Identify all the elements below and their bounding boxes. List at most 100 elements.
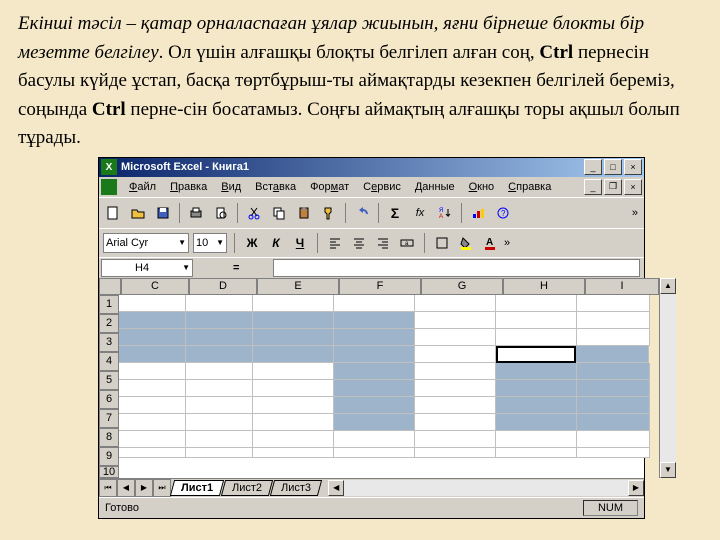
cell[interactable] bbox=[577, 312, 650, 329]
function-icon[interactable]: fx bbox=[408, 201, 432, 225]
copy-icon[interactable] bbox=[267, 201, 291, 225]
cell[interactable] bbox=[186, 329, 253, 346]
col-header[interactable]: I bbox=[585, 278, 659, 295]
cell[interactable] bbox=[119, 414, 186, 431]
cell[interactable] bbox=[496, 312, 577, 329]
cell[interactable] bbox=[577, 295, 650, 312]
cell[interactable] bbox=[415, 397, 496, 414]
cell[interactable] bbox=[186, 346, 253, 363]
scroll-right-icon[interactable]: ▶ bbox=[628, 480, 644, 496]
row-header[interactable]: 5 bbox=[99, 371, 119, 390]
sheet-tab[interactable]: Лист2 bbox=[221, 480, 273, 496]
row-header[interactable]: 8 bbox=[99, 428, 119, 447]
scroll-left-icon[interactable]: ◀ bbox=[328, 480, 344, 496]
borders-icon[interactable] bbox=[432, 233, 452, 253]
cell[interactable] bbox=[119, 380, 186, 397]
doc-close-button[interactable]: × bbox=[624, 179, 642, 195]
cell[interactable] bbox=[253, 380, 334, 397]
tab-first-icon[interactable]: ⏮ bbox=[99, 479, 117, 497]
minimize-button[interactable]: _ bbox=[584, 159, 602, 175]
cell[interactable] bbox=[415, 380, 496, 397]
tab-next-icon[interactable]: ▶ bbox=[135, 479, 153, 497]
sort-desc-icon[interactable]: ЯА bbox=[433, 201, 457, 225]
menu-format[interactable]: Формат bbox=[304, 179, 355, 195]
cell[interactable] bbox=[496, 329, 577, 346]
chevron-down-icon[interactable]: ▼ bbox=[178, 238, 186, 247]
cell[interactable] bbox=[119, 346, 186, 363]
font-color-icon[interactable]: A bbox=[480, 233, 500, 253]
cell[interactable] bbox=[119, 295, 186, 312]
cell[interactable] bbox=[253, 312, 334, 329]
fill-color-icon[interactable] bbox=[456, 233, 476, 253]
cell[interactable] bbox=[334, 380, 415, 397]
row-header[interactable]: 9 bbox=[99, 447, 119, 466]
italic-button[interactable]: К bbox=[266, 233, 286, 253]
row-header[interactable]: 3 bbox=[99, 333, 119, 352]
cell[interactable] bbox=[577, 380, 650, 397]
cell[interactable] bbox=[334, 295, 415, 312]
cell[interactable] bbox=[334, 448, 415, 458]
cell[interactable] bbox=[415, 431, 496, 448]
bold-button[interactable]: Ж bbox=[242, 233, 262, 253]
col-header[interactable]: H bbox=[503, 278, 585, 295]
align-left-icon[interactable] bbox=[325, 233, 345, 253]
scroll-down-icon[interactable]: ▼ bbox=[660, 462, 676, 478]
row-header[interactable]: 7 bbox=[99, 409, 119, 428]
cell[interactable] bbox=[334, 414, 415, 431]
menu-insert[interactable]: Вставка bbox=[249, 179, 302, 195]
cell[interactable] bbox=[334, 431, 415, 448]
menu-edit[interactable]: Правка bbox=[164, 179, 213, 195]
doc-minimize-button[interactable]: _ bbox=[584, 179, 602, 195]
align-center-icon[interactable] bbox=[349, 233, 369, 253]
name-box[interactable]: H4▼ bbox=[101, 259, 193, 277]
cell[interactable] bbox=[415, 414, 496, 431]
cell[interactable] bbox=[334, 363, 415, 380]
select-all-corner[interactable] bbox=[99, 278, 121, 295]
menu-tools[interactable]: Сервис bbox=[357, 179, 407, 195]
fontsize-combo[interactable]: 10▼ bbox=[193, 233, 227, 253]
row-header[interactable]: 6 bbox=[99, 390, 119, 409]
cells-area[interactable] bbox=[119, 295, 650, 478]
scroll-up-icon[interactable]: ▲ bbox=[660, 278, 676, 294]
cell[interactable] bbox=[186, 414, 253, 431]
title-bar[interactable]: X Microsoft Excel - Книга1 _ □ × bbox=[99, 158, 644, 177]
cell[interactable] bbox=[253, 448, 334, 458]
row-header[interactable]: 1 bbox=[99, 295, 119, 314]
horizontal-scrollbar[interactable]: ◀ ▶ bbox=[328, 480, 644, 496]
menu-window[interactable]: Окно bbox=[463, 179, 501, 195]
cell[interactable] bbox=[496, 414, 577, 431]
paste-icon[interactable] bbox=[292, 201, 316, 225]
close-button[interactable]: × bbox=[624, 159, 642, 175]
merge-center-icon[interactable]: a bbox=[397, 233, 417, 253]
format-painter-icon[interactable] bbox=[317, 201, 341, 225]
save-icon[interactable] bbox=[151, 201, 175, 225]
col-header[interactable]: D bbox=[189, 278, 257, 295]
row-header[interactable]: 4 bbox=[99, 352, 119, 371]
cell[interactable] bbox=[577, 363, 650, 380]
cell[interactable] bbox=[253, 414, 334, 431]
cell[interactable] bbox=[186, 431, 253, 448]
font-combo[interactable]: Arial Cyr▼ bbox=[103, 233, 189, 253]
underline-button[interactable]: Ч bbox=[290, 233, 310, 253]
cell[interactable] bbox=[577, 431, 650, 448]
cell[interactable] bbox=[415, 312, 496, 329]
cell[interactable] bbox=[186, 363, 253, 380]
autosum-icon[interactable]: Σ bbox=[383, 201, 407, 225]
col-header[interactable]: G bbox=[421, 278, 503, 295]
cell[interactable] bbox=[577, 414, 650, 431]
cell[interactable] bbox=[186, 448, 253, 458]
chart-icon[interactable] bbox=[466, 201, 490, 225]
menu-view[interactable]: Вид bbox=[215, 179, 247, 195]
cell[interactable] bbox=[186, 397, 253, 414]
cell[interactable] bbox=[496, 346, 576, 363]
undo-icon[interactable] bbox=[350, 201, 374, 225]
cell[interactable] bbox=[496, 363, 577, 380]
chevron-down-icon[interactable]: ▼ bbox=[216, 238, 224, 247]
open-icon[interactable] bbox=[126, 201, 150, 225]
cell[interactable] bbox=[415, 329, 496, 346]
cell[interactable] bbox=[119, 329, 186, 346]
cell[interactable] bbox=[334, 312, 415, 329]
cell[interactable] bbox=[334, 329, 415, 346]
col-header[interactable]: F bbox=[339, 278, 421, 295]
cell[interactable] bbox=[415, 448, 496, 458]
